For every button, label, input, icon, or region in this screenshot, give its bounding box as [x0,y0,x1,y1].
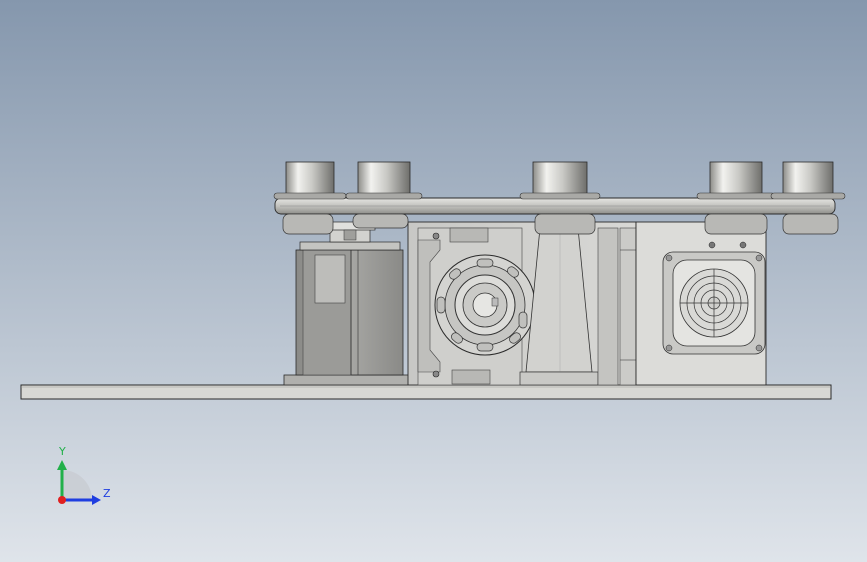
z-axis-label: Z [103,487,111,500]
x-axis-dot [58,496,66,504]
conveyor-belt[interactable] [274,197,836,215]
cad-viewport[interactable]: Y Z [0,0,867,562]
y-axis-label: Y [58,445,66,458]
fan-housing[interactable] [635,221,767,386]
base-plate[interactable] [20,384,832,400]
stepper-motor[interactable] [283,221,419,386]
gearbox-housing[interactable] [407,221,637,386]
